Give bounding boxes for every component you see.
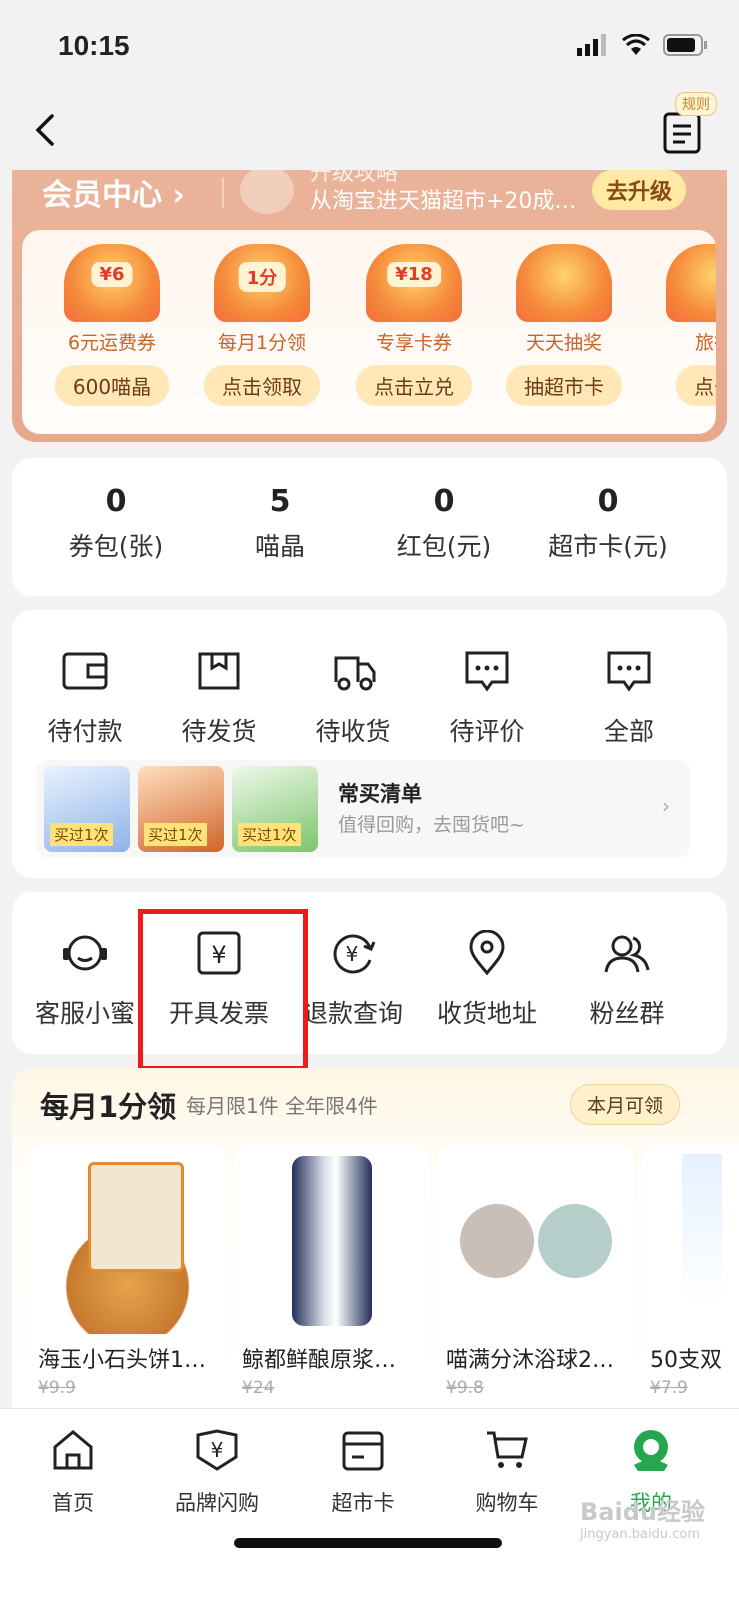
group-icon — [604, 935, 650, 973]
stat-coupons[interactable]: 0 券包(张) — [36, 484, 196, 563]
product-image — [642, 1144, 739, 1334]
nav-bar: 规则 — [0, 90, 739, 170]
refund-icon: ¥ — [333, 934, 376, 974]
tab-brand-flash[interactable]: ¥ 品牌闪购 — [152, 1427, 282, 1517]
service-address[interactable]: 收货地址 — [422, 929, 552, 1030]
product-price: ¥7.9 — [650, 1378, 688, 1398]
calendar-icon: 1分 — [214, 244, 310, 322]
product-card[interactable]: 喵满分沐浴球2… ¥9.8 — [438, 1144, 633, 1408]
benefit-action-button[interactable]: 抽超市卡 — [506, 365, 622, 406]
benefits-carousel[interactable]: ¥6 6元运费券 600喵晶 1分 每月1分领 点击领取 ¥18 专享卡券 点击… — [22, 230, 716, 434]
benefit-travel[interactable]: 旅行 点击 — [644, 244, 716, 406]
lottery-icon — [516, 244, 612, 322]
available-badge[interactable]: 本月可领 — [570, 1084, 681, 1125]
section-title: 每月1分领 — [40, 1090, 177, 1124]
status-bar: 10:15 — [0, 0, 739, 90]
tab-cart[interactable]: 购物车 — [442, 1427, 572, 1517]
product-card[interactable]: 50支双 ¥7.9 — [642, 1144, 739, 1408]
battery-icon — [663, 34, 707, 56]
order-pending-shipment[interactable]: 待发货 — [154, 648, 284, 748]
product-image — [234, 1144, 429, 1334]
stat-miaojing[interactable]: 5 喵晶 — [200, 484, 360, 563]
orders-card: 待付款 待发货 待收货 待评价 全部 买过1次 买过1次 买过1次 常买清单 值… — [12, 610, 727, 878]
order-all[interactable]: 全部 — [564, 648, 694, 748]
status-time: 10:15 — [58, 30, 130, 61]
cart-icon — [487, 1431, 528, 1468]
order-pending-review[interactable]: 待评价 — [422, 648, 552, 748]
svg-text:¥: ¥ — [211, 1438, 224, 1462]
product-image — [30, 1144, 225, 1334]
gift-icon — [240, 170, 294, 214]
product-thumbnail: 买过1次 — [138, 766, 224, 852]
tab-home[interactable]: 首页 — [8, 1427, 138, 1517]
red-envelope-icon: ¥6 — [64, 244, 160, 322]
frequent-buy-title: 常买清单 — [338, 782, 422, 806]
monthly-penny-section: 每月1分领 每月限1件 全年限4件 本月可领 海玉小石头饼1… ¥9.9 鲸都鲜… — [12, 1068, 739, 1408]
member-center-card: 会员中心 › 升级攻略 从淘宝进天猫超市+20成… 去升级 ¥6 6元运费券 6… — [12, 170, 727, 442]
brand-flash-icon: ¥ — [196, 1429, 238, 1471]
assets-stats-card: 0 券包(张) 5 喵晶 0 红包(元) 0 超市卡(元) — [12, 458, 727, 596]
stat-red-packets[interactable]: 0 红包(元) — [364, 484, 524, 563]
signal-icon — [577, 34, 606, 56]
product-card[interactable]: 鲸都鲜酿原浆… ¥24 — [234, 1144, 429, 1408]
product-name: 50支双 — [650, 1348, 722, 1373]
stat-market-card[interactable]: 0 超市卡(元) — [528, 484, 688, 563]
back-arrow-icon[interactable] — [30, 112, 60, 148]
headset-icon — [63, 935, 107, 971]
card-icon — [342, 1431, 384, 1471]
home-indicator[interactable] — [234, 1538, 502, 1548]
location-pin-icon — [469, 929, 505, 976]
product-image — [438, 1144, 633, 1334]
services-card: 客服小蜜 ¥ 开具发票 ¥ 退款查询 收货地址 粉丝群 — [12, 892, 727, 1054]
red-envelope-icon: ¥18 — [366, 244, 462, 322]
home-icon — [53, 1430, 93, 1470]
wifi-icon — [622, 34, 650, 55]
frequent-buy-subtitle: 值得回购，去囤货吧~ — [338, 814, 525, 836]
product-price: ¥9.8 — [446, 1378, 484, 1398]
highlight-box — [138, 909, 308, 1071]
product-name: 喵满分沐浴球2… — [446, 1348, 614, 1373]
svg-text:¥: ¥ — [346, 942, 359, 966]
wallet-icon — [62, 652, 108, 690]
order-pending-payment[interactable]: 待付款 — [20, 648, 150, 748]
rules-badge[interactable]: 规则 — [675, 92, 717, 116]
product-name: 鲸都鲜酿原浆… — [242, 1348, 397, 1373]
product-thumbnail: 买过1次 — [232, 766, 318, 852]
comment-icon — [465, 651, 509, 692]
product-price: ¥9.9 — [38, 1378, 76, 1398]
section-subtitle: 每月限1件 全年限4件 — [186, 1094, 378, 1118]
benefit-exclusive-coupon[interactable]: ¥18 专享卡券 点击立兑 — [344, 244, 484, 406]
all-orders-icon — [607, 651, 651, 692]
product-card[interactable]: 海玉小石头饼1… ¥9.9 — [30, 1144, 225, 1408]
benefit-action-button[interactable]: 点击 — [676, 365, 716, 406]
frequent-buy-list[interactable]: 买过1次 买过1次 买过1次 常买清单 值得回购，去囤货吧~ › — [36, 760, 690, 858]
divider — [222, 178, 224, 208]
box-icon — [198, 652, 240, 690]
tab-market-card[interactable]: 超市卡 — [298, 1427, 428, 1517]
benefit-freight-coupon[interactable]: ¥6 6元运费券 600喵晶 — [42, 244, 182, 406]
upgrade-button[interactable]: 去升级 — [592, 170, 687, 210]
service-customer-support[interactable]: 客服小蜜 — [20, 930, 150, 1030]
benefit-daily-lottery[interactable]: 天天抽奖 抽超市卡 — [494, 244, 634, 406]
baidu-watermark-logo: Baidu经验 jingyan.baidu.com — [580, 1498, 705, 1542]
mine-icon — [634, 1430, 668, 1471]
product-thumbnail: 买过1次 — [44, 766, 130, 852]
benefit-action-button[interactable]: 点击领取 — [204, 365, 320, 406]
member-center-title[interactable]: 会员中心 › — [42, 170, 185, 214]
truck-icon — [334, 656, 376, 691]
product-name: 海玉小石头饼1… — [38, 1348, 206, 1373]
service-fan-group[interactable]: 粉丝群 — [562, 930, 692, 1030]
benefit-monthly-penny[interactable]: 1分 每月1分领 点击领取 — [192, 244, 332, 406]
travel-icon — [666, 244, 716, 322]
upgrade-tip[interactable]: 升级攻略 从淘宝进天猫超市+20成… — [310, 170, 576, 216]
product-price: ¥24 — [242, 1378, 275, 1398]
chevron-right-icon: › — [662, 794, 670, 818]
benefit-action-button[interactable]: 点击立兑 — [356, 365, 472, 406]
order-pending-receipt[interactable]: 待收货 — [288, 648, 418, 748]
benefit-action-button[interactable]: 600喵晶 — [54, 365, 170, 406]
